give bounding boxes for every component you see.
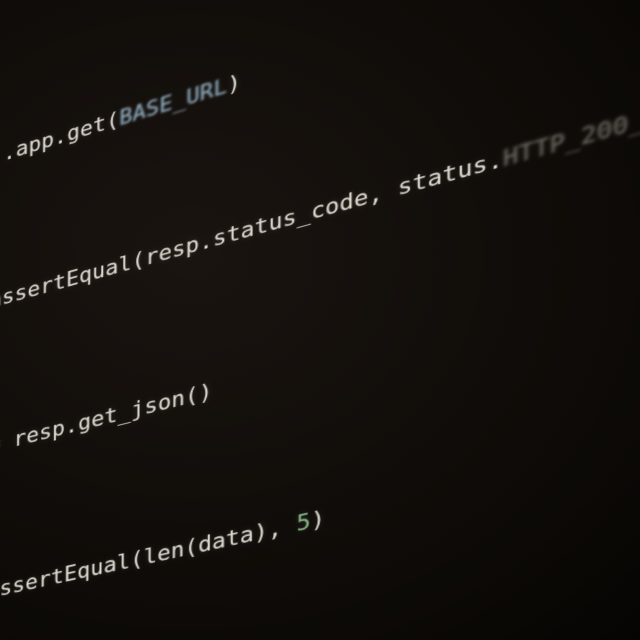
- code-token: .assertEqual(resp.status_code, status.: [0, 147, 503, 318]
- code-token: ): [311, 506, 325, 535]
- code-token: HTTP_200_OK: [503, 98, 640, 173]
- code-token: BASE_URL: [119, 74, 227, 131]
- code-token: ta = resp.get_json(): [0, 379, 212, 468]
- code-token: .app.get(: [3, 107, 119, 166]
- code-token: ): [227, 70, 241, 99]
- code-token: 5: [296, 509, 310, 538]
- code-editor-viewport: .app.get(BASE_URL) lf.assertEqual(resp.s…: [0, 0, 640, 640]
- code-token: .assertEqual(len(data),: [0, 512, 296, 607]
- code-text-plane: .app.get(BASE_URL) lf.assertEqual(resp.s…: [0, 0, 640, 640]
